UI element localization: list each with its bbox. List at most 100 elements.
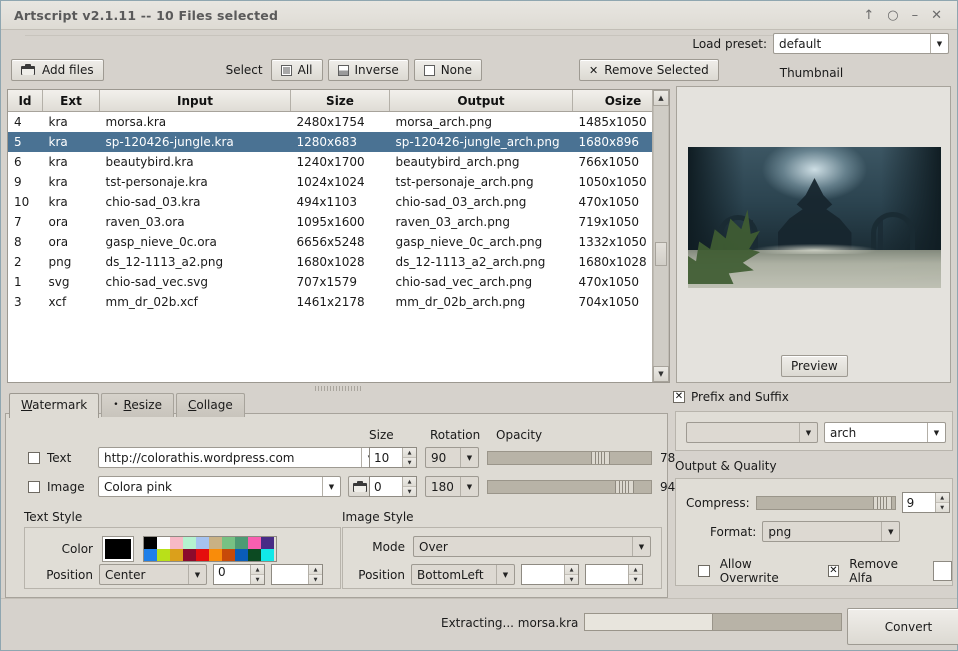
text-position-combo[interactable]: Center ▼: [99, 564, 207, 585]
select-all-button[interactable]: All: [270, 59, 323, 81]
palette-swatch[interactable]: [170, 549, 183, 561]
alfa-color-swatch[interactable]: [932, 561, 952, 581]
allow-overwrite-checkbox[interactable]: [698, 565, 710, 577]
palette-swatch[interactable]: [222, 537, 235, 549]
compress-slider[interactable]: [755, 495, 896, 510]
text-rotation-combo[interactable]: 90 ▼: [425, 447, 479, 468]
format-combo[interactable]: png ▼: [762, 521, 901, 542]
chevron-down-icon[interactable]: ▼: [930, 34, 948, 53]
image-offset-y-spinner[interactable]: ▲ ▼: [585, 564, 643, 585]
spinner-arrows[interactable]: ▲ ▼: [628, 565, 642, 584]
slider-handle[interactable]: [615, 480, 635, 493]
tab-collage[interactable]: Collage: [175, 393, 245, 417]
table-row[interactable]: 3 xcf mm_dr_02b.xcf 1461x2178 mm_dr_02b_arch…: [8, 292, 652, 312]
table-row[interactable]: 9 kra tst-personaje.kra 1024x1024 tst-person…: [8, 172, 652, 192]
palette-swatch[interactable]: [261, 537, 274, 549]
palette-swatch[interactable]: [235, 537, 248, 549]
file-list-scrollbar[interactable]: ▲ ▼: [652, 90, 669, 382]
chevron-down-icon[interactable]: ▼: [188, 565, 206, 584]
preview-button[interactable]: Preview: [781, 355, 848, 377]
chevron-down-icon[interactable]: ▼: [322, 477, 340, 496]
tab-resize[interactable]: • Resize: [101, 393, 174, 417]
slider-handle[interactable]: [872, 496, 892, 509]
load-preset-combo[interactable]: default ▼: [773, 33, 949, 54]
spinner-arrows[interactable]: ▲ ▼: [402, 448, 416, 467]
text-size-spinner[interactable]: 10 ▲ ▼: [369, 447, 417, 468]
column-header-input[interactable]: Input: [99, 90, 291, 112]
table-row[interactable]: 8 ora gasp_nieve_0c.ora 6656x5248 gasp_nieve…: [8, 232, 652, 252]
splitter-grip[interactable]: [314, 386, 363, 391]
chevron-down-icon[interactable]: ▼: [927, 423, 945, 442]
palette-swatch[interactable]: [157, 537, 170, 549]
chevron-down-icon[interactable]: ▼: [881, 522, 899, 541]
table-row[interactable]: 6 kra beautybird.kra 1240x1700 beautybird_ar…: [8, 152, 652, 172]
image-offset-x-spinner[interactable]: ▲ ▼: [521, 564, 579, 585]
prefix-combo[interactable]: ▼: [686, 422, 818, 443]
palette-swatch[interactable]: [261, 549, 274, 561]
tab-watermark[interactable]: Watermark: [9, 393, 100, 418]
palette-swatch[interactable]: [222, 549, 235, 561]
palette-swatch[interactable]: [196, 537, 209, 549]
scroll-up-icon[interactable]: ▲: [653, 90, 669, 106]
palette-swatch[interactable]: [144, 549, 157, 561]
color-palette[interactable]: [143, 536, 277, 562]
column-header-ext[interactable]: Ext: [42, 90, 100, 112]
palette-swatch[interactable]: [248, 549, 261, 561]
palette-swatch[interactable]: [235, 549, 248, 561]
palette-swatch[interactable]: [157, 549, 170, 561]
chevron-down-icon[interactable]: ▼: [460, 477, 478, 496]
shade-icon[interactable]: ↑: [863, 9, 874, 22]
palette-swatch[interactable]: [209, 549, 222, 561]
palette-swatch[interactable]: [196, 549, 209, 561]
scrollbar-track[interactable]: [653, 106, 669, 366]
palette-swatch[interactable]: [183, 537, 196, 549]
watermark-text-combo[interactable]: http://colorathis.wordpress.com ▼: [98, 447, 380, 468]
current-color-swatch[interactable]: [103, 537, 133, 561]
splitter[interactable]: [7, 384, 670, 392]
spinner-arrows[interactable]: ▲ ▼: [564, 565, 578, 584]
chevron-down-icon[interactable]: ▼: [496, 565, 514, 584]
remove-alfa-checkbox[interactable]: ✕: [827, 565, 840, 577]
add-files-button[interactable]: Add files: [11, 59, 104, 81]
image-opacity-slider[interactable]: [487, 479, 652, 494]
image-rotation-combo[interactable]: 180 ▼: [425, 476, 479, 497]
spinner-arrows[interactable]: ▲ ▼: [402, 477, 416, 496]
minimize-icon[interactable]: –: [912, 9, 919, 22]
image-position-combo[interactable]: BottomLeft ▼: [411, 564, 515, 585]
column-header-size[interactable]: Size: [290, 90, 390, 112]
scroll-down-icon[interactable]: ▼: [653, 366, 669, 382]
suffix-combo[interactable]: arch ▼: [824, 422, 946, 443]
slider-handle[interactable]: [590, 451, 610, 464]
table-row[interactable]: 5 kra sp-120426-jungle.kra 1280x683 sp-12042…: [8, 132, 652, 152]
column-header-output[interactable]: Output: [389, 90, 573, 112]
compress-spinner[interactable]: 9 ▲ ▼: [901, 492, 950, 513]
palette-swatch[interactable]: [248, 537, 261, 549]
spinner-arrows[interactable]: ▲ ▼: [250, 565, 264, 584]
table-row[interactable]: 4 kra morsa.kra 2480x1754 morsa_arch.png 1485…: [8, 112, 652, 133]
palette-swatch[interactable]: [170, 537, 183, 549]
column-header-osize[interactable]: Osize: [572, 90, 652, 112]
image-size-spinner[interactable]: 0 ▲ ▼: [369, 476, 417, 497]
table-row[interactable]: 10 kra chio-sad_03.kra 494x1103 chio-sad_03_…: [8, 192, 652, 212]
spinner-arrows[interactable]: ▲ ▼: [308, 565, 322, 584]
select-none-button[interactable]: None: [413, 59, 483, 81]
file-list[interactable]: Id Ext Input Size Output Osize 4 kra morsa…: [7, 89, 670, 383]
image-mode-combo[interactable]: Over ▼: [413, 536, 651, 557]
text-checkbox[interactable]: [28, 451, 40, 464]
prefix-suffix-checkbox[interactable]: ✕: [673, 391, 685, 403]
image-checkbox[interactable]: [28, 480, 40, 493]
table-row[interactable]: 7 ora raven_03.ora 1095x1600 raven_03_arch.p…: [8, 212, 652, 232]
select-inverse-button[interactable]: Inverse: [327, 59, 409, 81]
text-offset-y-spinner[interactable]: ▲ ▼: [271, 564, 323, 585]
watermark-image-combo[interactable]: Colora pink ▼: [98, 476, 341, 497]
palette-swatch[interactable]: [183, 549, 196, 561]
text-offset-x-spinner[interactable]: 0 ▲ ▼: [213, 564, 265, 585]
palette-swatch[interactable]: [209, 537, 222, 549]
palette-swatch[interactable]: [144, 537, 157, 549]
chevron-down-icon[interactable]: ▼: [460, 448, 478, 467]
text-opacity-slider[interactable]: [487, 450, 652, 465]
table-row[interactable]: 2 png ds_12-1113_a2.png 1680x1028 ds_12-1113…: [8, 252, 652, 272]
scrollbar-thumb[interactable]: [655, 242, 667, 266]
chevron-down-icon[interactable]: ▼: [632, 537, 650, 556]
rollup-icon[interactable]: ○: [887, 9, 898, 22]
